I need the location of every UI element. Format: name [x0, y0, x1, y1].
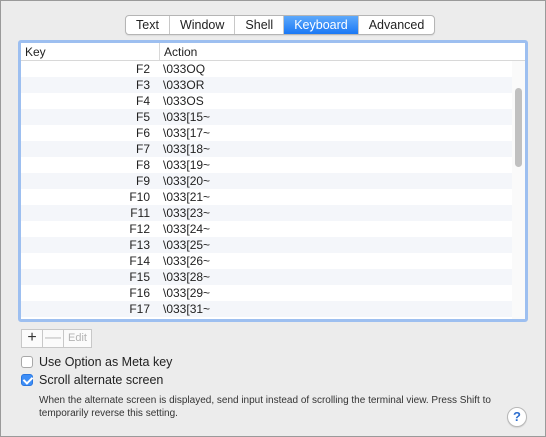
key-cell: F13: [129, 238, 150, 252]
column-header-key[interactable]: Key: [21, 43, 160, 60]
action-cell: \033[31~: [163, 302, 211, 316]
table-row[interactable]: F11 \033[23~: [21, 205, 525, 221]
table-row[interactable]: F3 \033OR: [21, 77, 525, 93]
action-cell: \033[18~: [163, 142, 211, 156]
remove-button[interactable]: —: [43, 330, 64, 347]
meta-key-label: Use Option as Meta key: [39, 355, 173, 369]
table-header: Key Action: [21, 43, 525, 61]
key-cell: F14: [129, 254, 150, 268]
key-cell: F12: [129, 222, 150, 236]
action-cell: \033OS: [163, 94, 204, 108]
key-cell: F15: [129, 270, 150, 284]
action-cell: \033[15~: [163, 110, 211, 124]
column-header-action[interactable]: Action: [160, 43, 197, 60]
key-cell: F6: [135, 126, 150, 140]
table-row[interactable]: F7 \033[18~: [21, 141, 525, 157]
edit-button[interactable]: Edit: [64, 330, 91, 347]
table-row[interactable]: F15 \033[28~: [21, 269, 525, 285]
tab-advanced[interactable]: Advanced: [359, 16, 435, 34]
table-row[interactable]: F4 \033OS: [21, 93, 525, 109]
action-cell: \033OR: [163, 78, 205, 92]
action-cell: \033[19~: [163, 158, 211, 172]
scrollbar-thumb[interactable]: [515, 88, 522, 167]
key-cell: F17: [129, 302, 150, 316]
key-mapping-table[interactable]: Key Action F2 \033OQ F3 \033OR F4 \033OS F5…: [18, 40, 528, 322]
tab-shell[interactable]: Shell: [235, 16, 285, 34]
action-cell: \033[20~: [163, 174, 211, 188]
table-row[interactable]: F14 \033[26~: [21, 253, 525, 269]
table-row[interactable]: F9 \033[20~: [21, 173, 525, 189]
key-cell: F2: [135, 62, 150, 76]
action-cell: \033[25~: [163, 238, 211, 252]
table-row[interactable]: F13 \033[25~: [21, 237, 525, 253]
action-cell: \033[21~: [163, 190, 211, 204]
table-row[interactable]: F5 \033[15~: [21, 109, 525, 125]
action-cell: \033[29~: [163, 286, 211, 300]
table-button-bar: + — Edit: [21, 329, 92, 348]
help-icon[interactable]: ?: [507, 407, 527, 427]
key-cell: F11: [130, 206, 150, 220]
scroll-alt-description: When the alternate screen is displayed, …: [39, 395, 491, 419]
key-cell: F16: [129, 286, 150, 300]
key-cell: F7: [135, 142, 150, 156]
action-cell: \033[17~: [163, 126, 211, 140]
action-cell: \033[24~: [163, 222, 211, 236]
option-scroll-alt[interactable]: Scroll alternate screen: [21, 373, 163, 387]
table-row[interactable]: F8 \033[19~: [21, 157, 525, 173]
key-cell: F5: [135, 110, 150, 124]
action-cell: \033OQ: [163, 62, 206, 76]
table-body: F2 \033OQ F3 \033OR F4 \033OS F5 \033[15~ F6…: [21, 61, 525, 317]
add-button[interactable]: +: [22, 330, 43, 347]
action-cell: \033[26~: [163, 254, 211, 268]
table-row[interactable]: F16 \033[29~: [21, 285, 525, 301]
table-row[interactable]: F17 \033[31~: [21, 301, 525, 317]
scroll-alt-label: Scroll alternate screen: [39, 373, 164, 387]
tab-keyboard[interactable]: Keyboard: [284, 16, 359, 34]
tab-bar: Text Window Shell Keyboard Advanced: [125, 15, 436, 35]
action-cell: \033[28~: [163, 270, 211, 284]
action-cell: \033[23~: [163, 206, 211, 220]
tab-text[interactable]: Text: [126, 16, 170, 34]
vertical-scrollbar[interactable]: [512, 61, 525, 319]
key-cell: F9: [135, 174, 150, 188]
key-cell: F10: [129, 190, 150, 204]
scroll-alt-checkbox[interactable]: [21, 374, 33, 386]
option-meta-key[interactable]: Use Option as Meta key: [21, 355, 172, 369]
table-row[interactable]: F2 \033OQ: [21, 61, 525, 77]
key-cell: F8: [135, 158, 150, 172]
key-cell: F4: [135, 94, 150, 108]
table-row[interactable]: F10 \033[21~: [21, 189, 525, 205]
table-row[interactable]: F6 \033[17~: [21, 125, 525, 141]
table-row[interactable]: F12 \033[24~: [21, 221, 525, 237]
key-cell: F3: [135, 78, 150, 92]
tab-window[interactable]: Window: [170, 16, 236, 34]
meta-key-checkbox[interactable]: [21, 356, 33, 368]
